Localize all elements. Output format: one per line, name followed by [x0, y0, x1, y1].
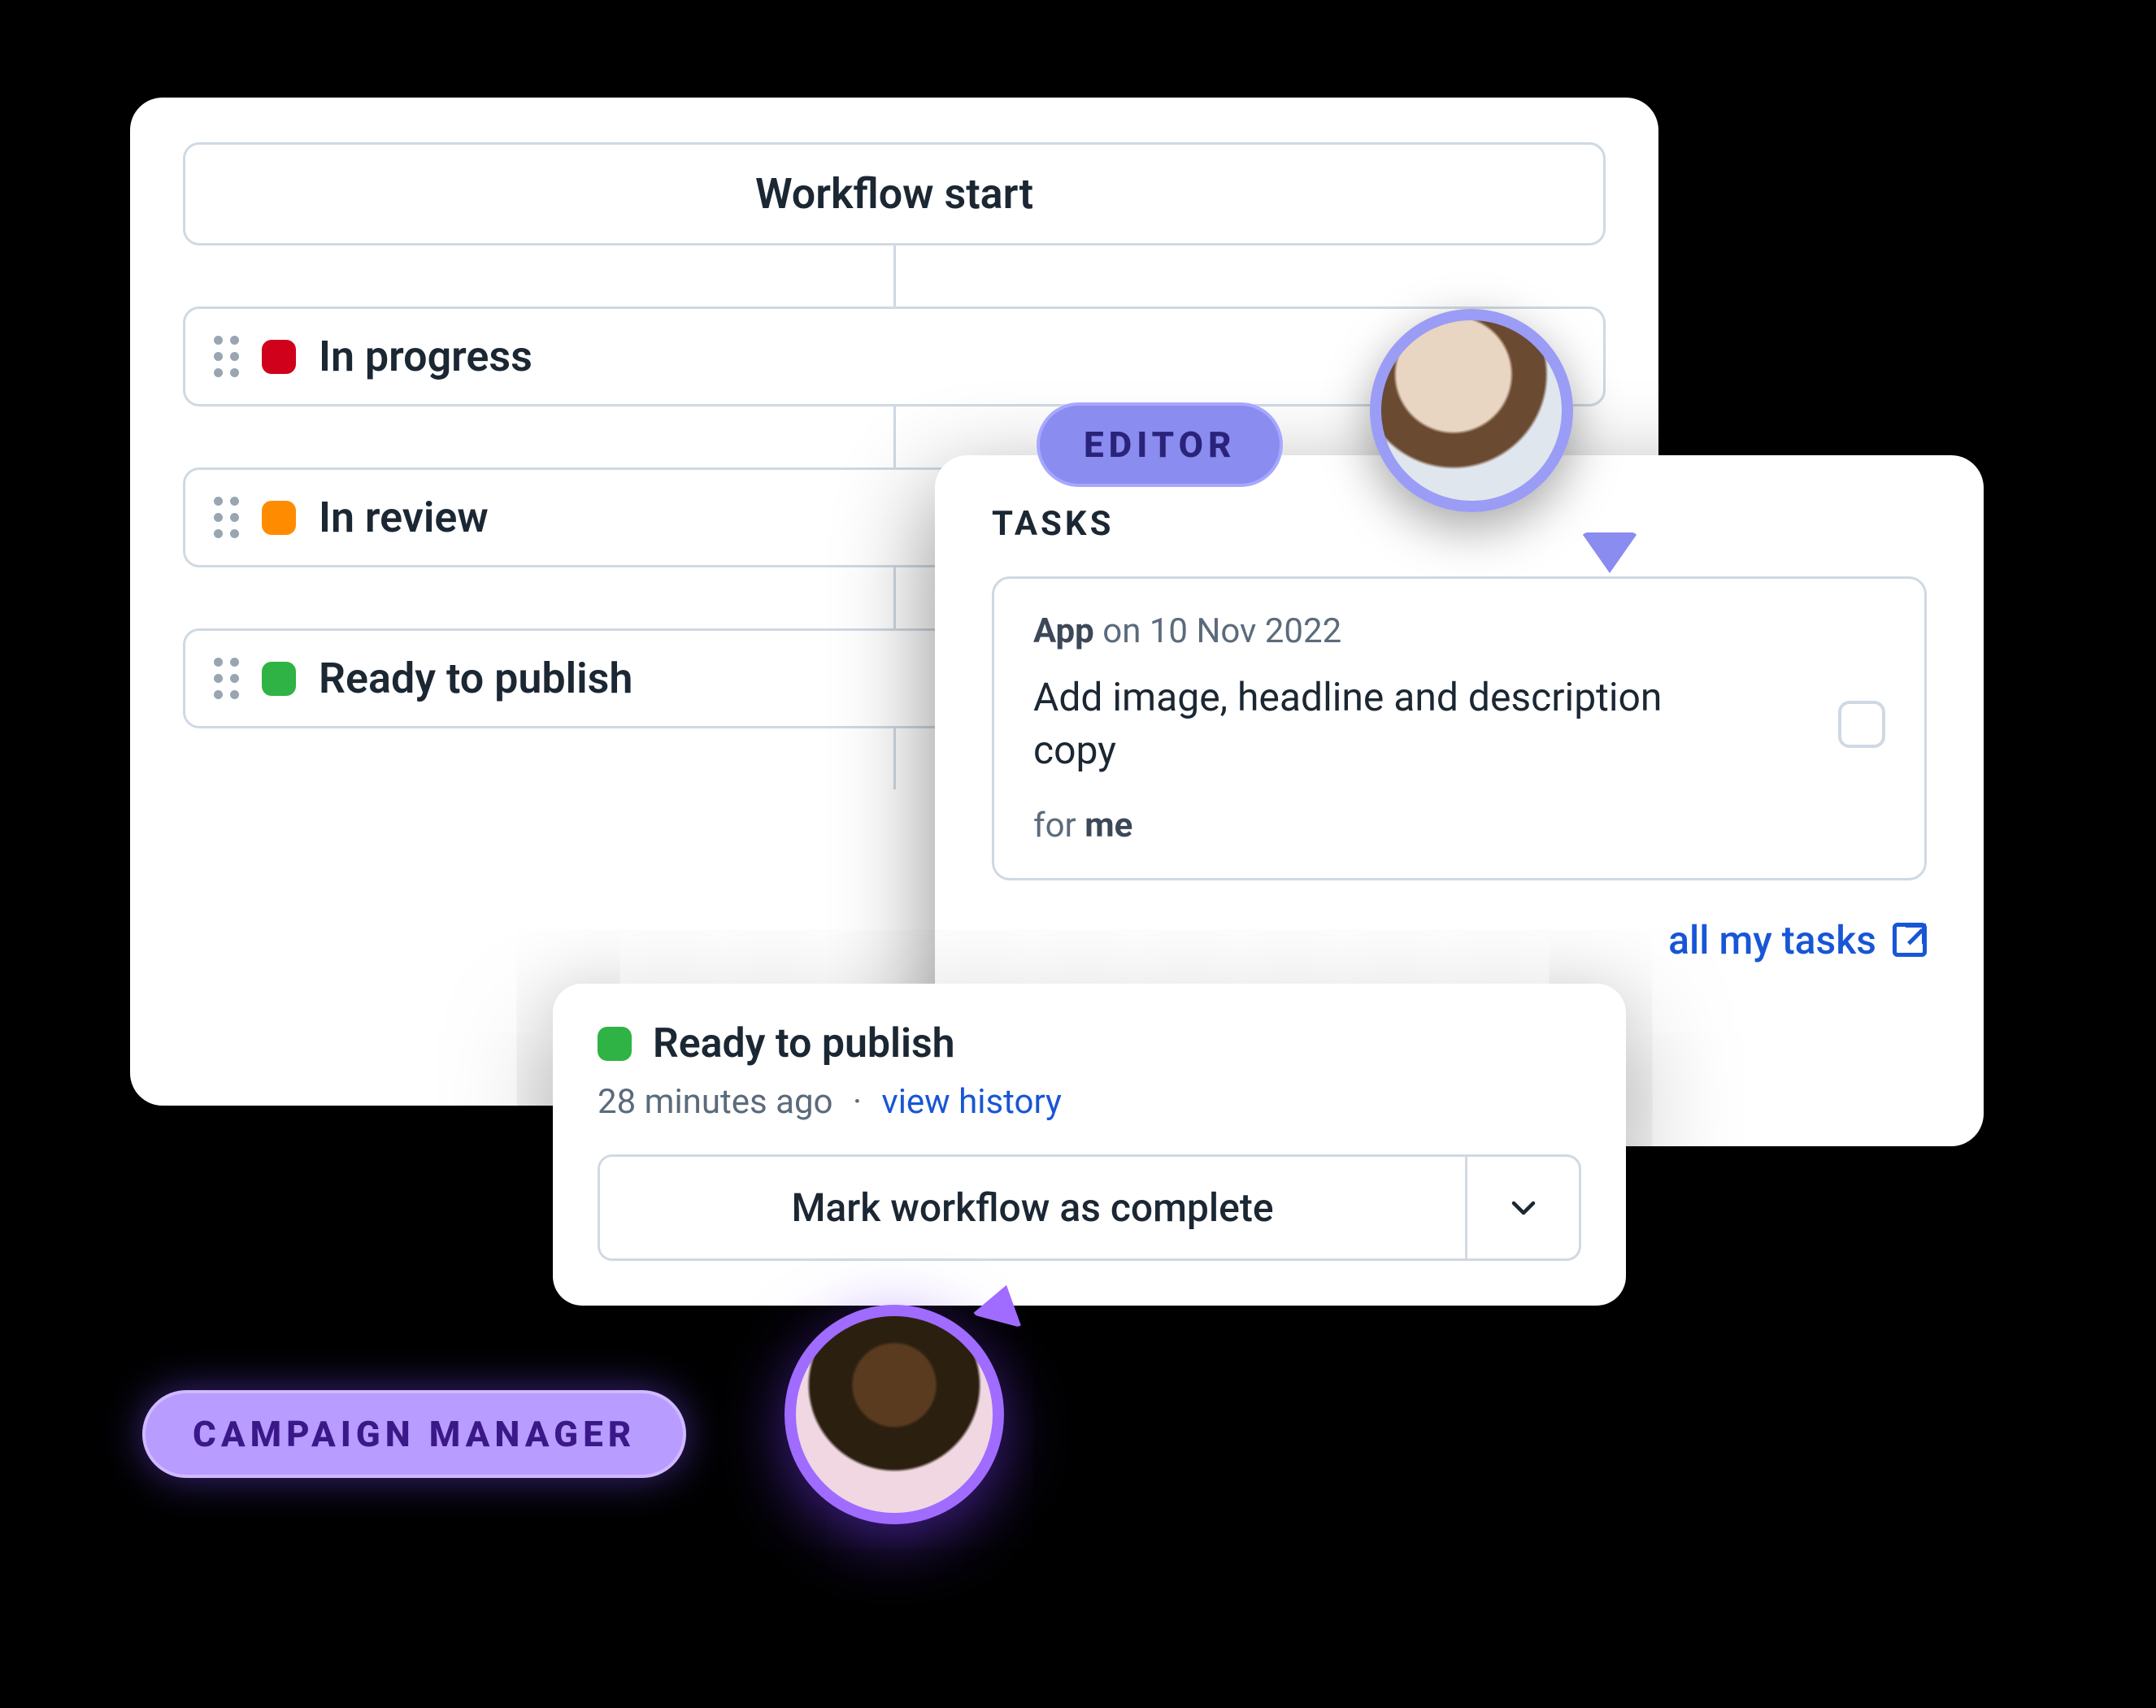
drag-handle-icon[interactable]	[214, 336, 239, 377]
avatar-editor	[1370, 309, 1573, 512]
all-my-tasks-link[interactable]: all my tasks	[1668, 917, 1927, 963]
workflow-connector	[893, 567, 896, 628]
view-history-link[interactable]: view history	[881, 1082, 1062, 1122]
task-assignee: me	[1085, 806, 1132, 845]
stage-label: In review	[319, 493, 489, 542]
task-for-word: for	[1033, 806, 1076, 845]
drag-handle-icon[interactable]	[214, 658, 239, 699]
workflow-connector	[893, 246, 896, 306]
mark-complete-button[interactable]: Mark workflow as complete	[600, 1157, 1465, 1258]
external-link-icon	[1893, 923, 1927, 957]
task-source: App	[1033, 611, 1094, 651]
all-my-tasks-label: all my tasks	[1668, 917, 1876, 963]
role-label: CAMPAIGN MANAGER	[193, 1413, 636, 1455]
workflow-connector	[893, 728, 896, 789]
mark-complete-split-button: Mark workflow as complete	[598, 1154, 1581, 1261]
task-on-word: on	[1102, 611, 1141, 651]
task-assignee-line: for me	[1033, 806, 1885, 845]
status-popover: Ready to publish 28 minutes ago · view h…	[553, 984, 1626, 1306]
stage-label: Ready to publish	[319, 654, 632, 703]
task-checkbox[interactable]	[1838, 701, 1885, 748]
task-date: 10 Nov 2022	[1150, 611, 1341, 651]
mark-complete-label: Mark workflow as complete	[791, 1184, 1273, 1231]
task-card[interactable]: App on 10 Nov 2022 Add image, headline a…	[992, 576, 1927, 880]
role-pill-campaign-manager: CAMPAIGN MANAGER	[142, 1390, 686, 1478]
role-label: EDITOR	[1084, 424, 1236, 466]
task-meta: App on 10 Nov 2022	[1033, 611, 1885, 651]
role-pill-editor: EDITOR	[1037, 402, 1283, 487]
status-color-icon	[262, 662, 296, 696]
workflow-start-label: Workflow start	[755, 169, 1033, 219]
workflow-start-node[interactable]: Workflow start	[183, 142, 1606, 246]
status-color-icon	[262, 340, 296, 374]
avatar-campaign-manager	[785, 1305, 1004, 1524]
status-color-icon	[262, 501, 296, 535]
stage-label: In progress	[319, 332, 532, 381]
status-label: Ready to publish	[653, 1020, 955, 1067]
status-color-icon	[598, 1027, 632, 1061]
cursor-pointer-icon	[1581, 532, 1638, 573]
task-description: Add image, headline and description copy	[1033, 671, 1700, 777]
separator-dot-icon: ·	[853, 1082, 862, 1122]
status-subline: 28 minutes ago · view history	[598, 1082, 1581, 1122]
status-heading: Ready to publish	[598, 1020, 1581, 1067]
chevron-down-icon	[1509, 1193, 1538, 1223]
status-ago: 28 minutes ago	[598, 1082, 833, 1122]
mark-complete-dropdown-toggle[interactable]	[1465, 1157, 1579, 1258]
workflow-connector	[893, 406, 896, 467]
drag-handle-icon[interactable]	[214, 497, 239, 538]
